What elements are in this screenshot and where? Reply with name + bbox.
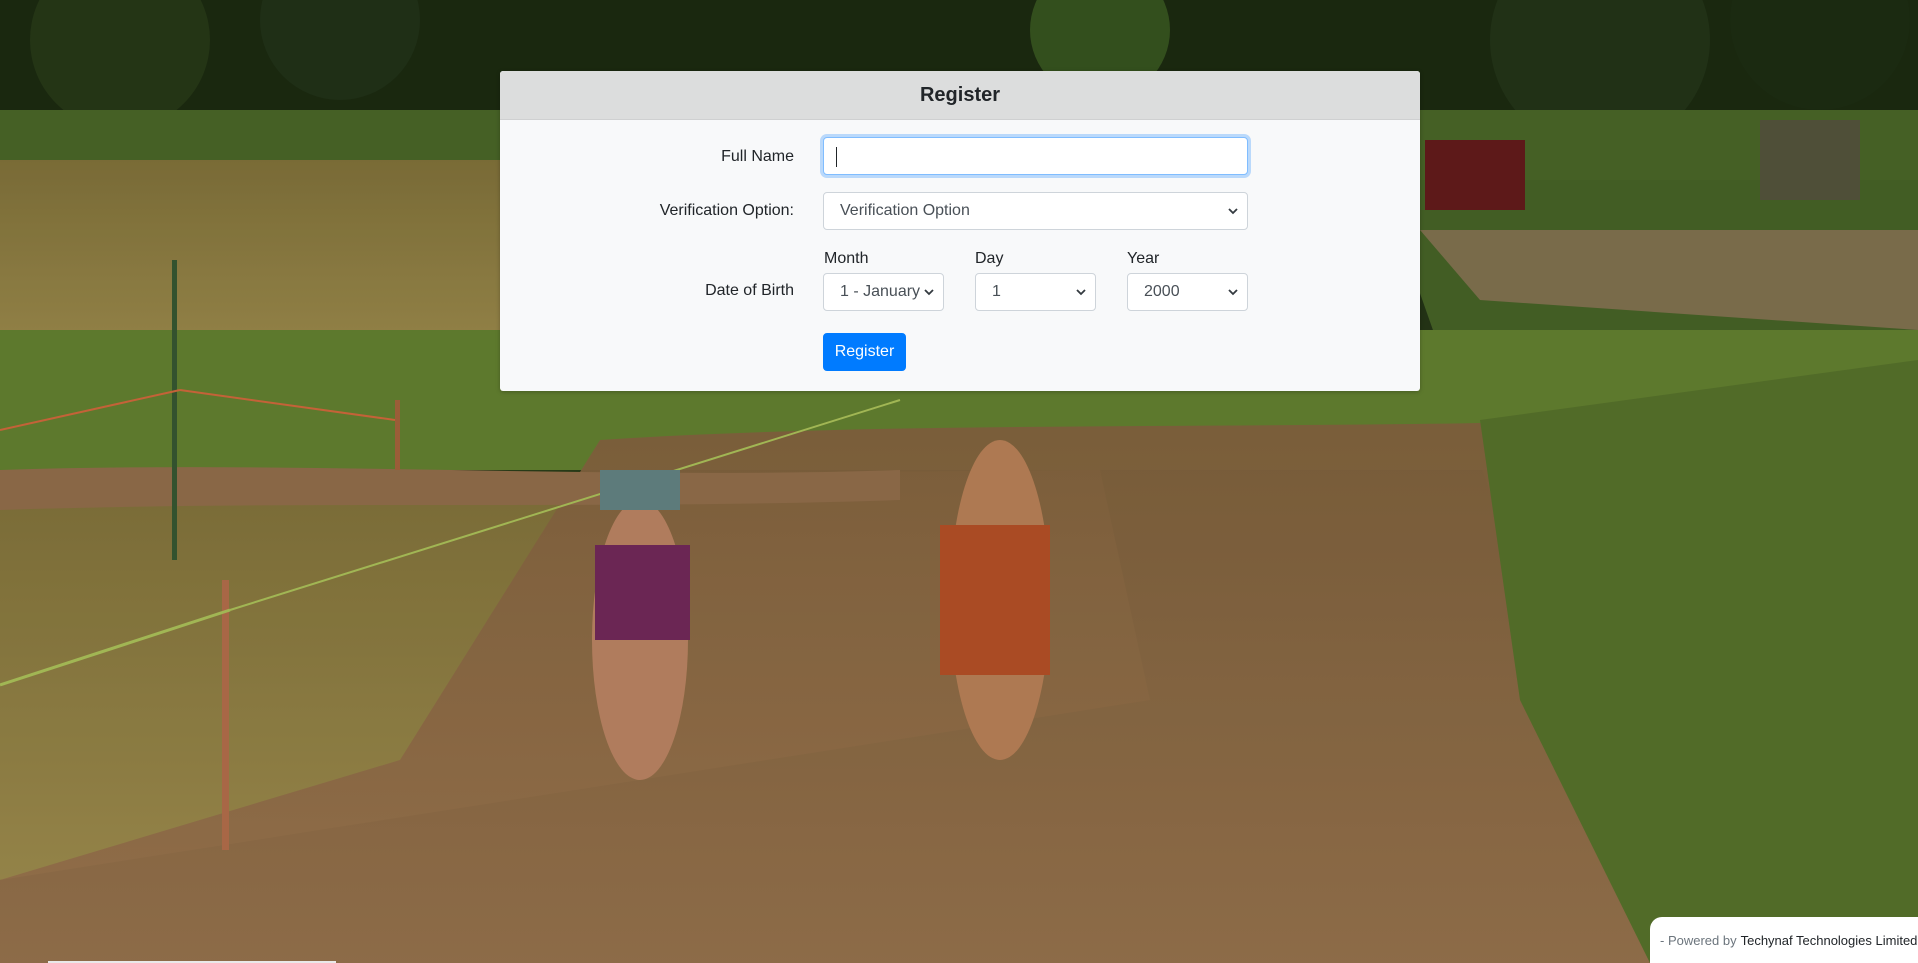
full-name-label: Full Name xyxy=(721,148,794,165)
chevron-down-icon xyxy=(924,289,934,296)
verification-select[interactable]: Verification Option xyxy=(823,192,1248,230)
full-name-input[interactable] xyxy=(823,137,1248,175)
year-selected: 2000 xyxy=(1144,283,1180,300)
chevron-down-icon xyxy=(1228,208,1238,215)
register-button[interactable]: Register xyxy=(823,333,906,371)
powered-by-prefix: - Powered by xyxy=(1660,932,1737,948)
full-name-row: Full Name xyxy=(500,137,1420,177)
modal-title: Register xyxy=(500,71,1420,120)
dob-label: Date of Birth xyxy=(705,282,794,299)
register-modal: Register Full Name Verification Option: … xyxy=(500,71,1420,391)
month-label: Month xyxy=(824,250,869,267)
month-select[interactable]: 1 - January xyxy=(823,273,944,311)
day-selected: 1 xyxy=(992,283,1001,300)
day-label: Day xyxy=(975,250,1004,267)
dob-row: Date of Birth Month 1 - January Day 1 Ye… xyxy=(500,248,1420,338)
powered-by-badge: - Powered by Techynaf Technologies Limit… xyxy=(1650,917,1918,963)
verification-row: Verification Option: Verification Option xyxy=(500,192,1420,232)
verification-label: Verification Option: xyxy=(659,202,794,219)
year-select[interactable]: 2000 xyxy=(1127,273,1248,311)
powered-by-company-link[interactable]: Techynaf Technologies Limited xyxy=(1741,933,1918,948)
month-selected: 1 - January xyxy=(840,283,921,300)
year-label: Year xyxy=(1127,250,1160,267)
chevron-down-icon xyxy=(1076,289,1086,296)
text-caret xyxy=(836,147,837,167)
verification-selected: Verification Option xyxy=(840,202,970,219)
chevron-down-icon xyxy=(1228,289,1238,296)
day-select[interactable]: 1 xyxy=(975,273,1096,311)
